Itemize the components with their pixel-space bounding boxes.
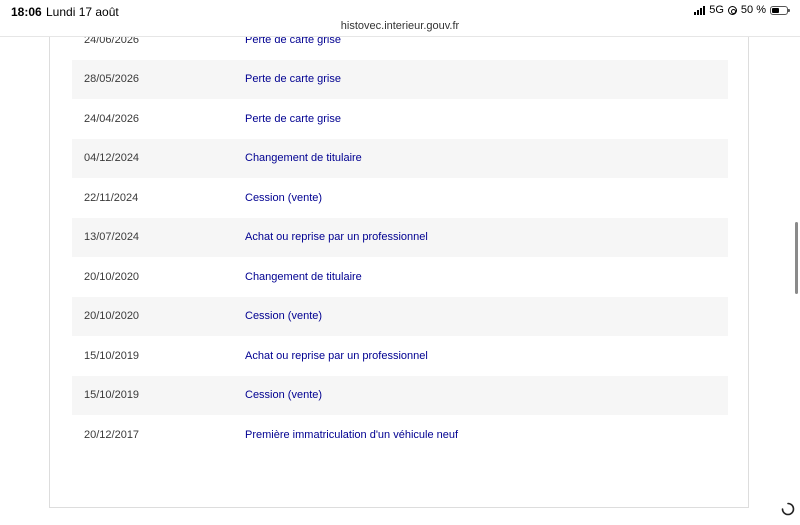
row-event: Perte de carte grise xyxy=(245,112,341,125)
row-date: 20/12/2017 xyxy=(84,428,140,441)
row-event: Première immatriculation d'un véhicule n… xyxy=(245,428,459,441)
status-bar: 18:06 Lundi 17 août histovec.interieur.g… xyxy=(0,0,800,37)
status-time: 18:06 xyxy=(11,5,42,19)
battery-icon xyxy=(770,5,790,15)
row-event: Achat ou reprise par un professionnel xyxy=(245,231,428,244)
table-row: 20/10/2020 Changement de titulaire xyxy=(72,257,728,297)
status-indicators: 5G 50 % xyxy=(694,4,790,16)
scrollbar[interactable] xyxy=(795,222,798,294)
row-date: 22/11/2024 xyxy=(84,191,139,204)
table-row: 24/04/2026 Perte de carte grise xyxy=(72,99,728,139)
vehicle-history-table: 24/06/2026 Perte de carte grise 28/05/202… xyxy=(72,20,728,455)
network-label: 5G xyxy=(709,4,724,16)
row-date: 20/10/2020 xyxy=(84,310,140,323)
loading-spinner-icon xyxy=(781,502,795,516)
battery-label: 50 % xyxy=(740,4,766,16)
address-bar-url[interactable]: histovec.interieur.gouv.fr xyxy=(0,20,800,32)
row-event: Perte de carte grise xyxy=(245,73,341,86)
table-row: 20/10/2020 Cession (vente) xyxy=(72,296,728,336)
row-event: Achat ou reprise par un professionnel xyxy=(245,349,428,362)
row-event: Changement de titulaire xyxy=(245,152,362,165)
row-event: Changement de titulaire xyxy=(245,270,362,283)
table-row: 20/12/2017 Première immatriculation d'un … xyxy=(72,415,728,455)
row-date: 13/07/2024 xyxy=(84,231,140,244)
row-date: 24/04/2026 xyxy=(84,112,140,125)
status-date: Lundi 17 août xyxy=(46,5,119,19)
table-row: 28/05/2026 Perte de carte grise xyxy=(72,59,728,99)
orientation-lock-icon xyxy=(727,5,737,15)
table-row: 15/10/2019 Achat ou reprise par un profes… xyxy=(72,336,728,376)
row-date: 20/10/2020 xyxy=(84,270,140,283)
table-row: 22/11/2024 Cession (vente) xyxy=(72,178,728,218)
row-date: 04/12/2024 xyxy=(84,152,140,165)
row-event: Cession (vente) xyxy=(245,389,323,402)
row-date: 15/10/2019 xyxy=(84,389,140,402)
table-row: 15/10/2019 Cession (vente) xyxy=(72,375,728,415)
row-event: Cession (vente) xyxy=(245,310,323,323)
table-row: 13/07/2024 Achat ou reprise par un profes… xyxy=(72,217,728,257)
signal-icon xyxy=(694,5,706,15)
row-event: Cession (vente) xyxy=(245,191,323,204)
row-date: 28/05/2026 xyxy=(84,73,140,86)
row-date: 15/10/2019 xyxy=(84,349,140,362)
table-row: 04/12/2024 Changement de titulaire xyxy=(72,138,728,178)
